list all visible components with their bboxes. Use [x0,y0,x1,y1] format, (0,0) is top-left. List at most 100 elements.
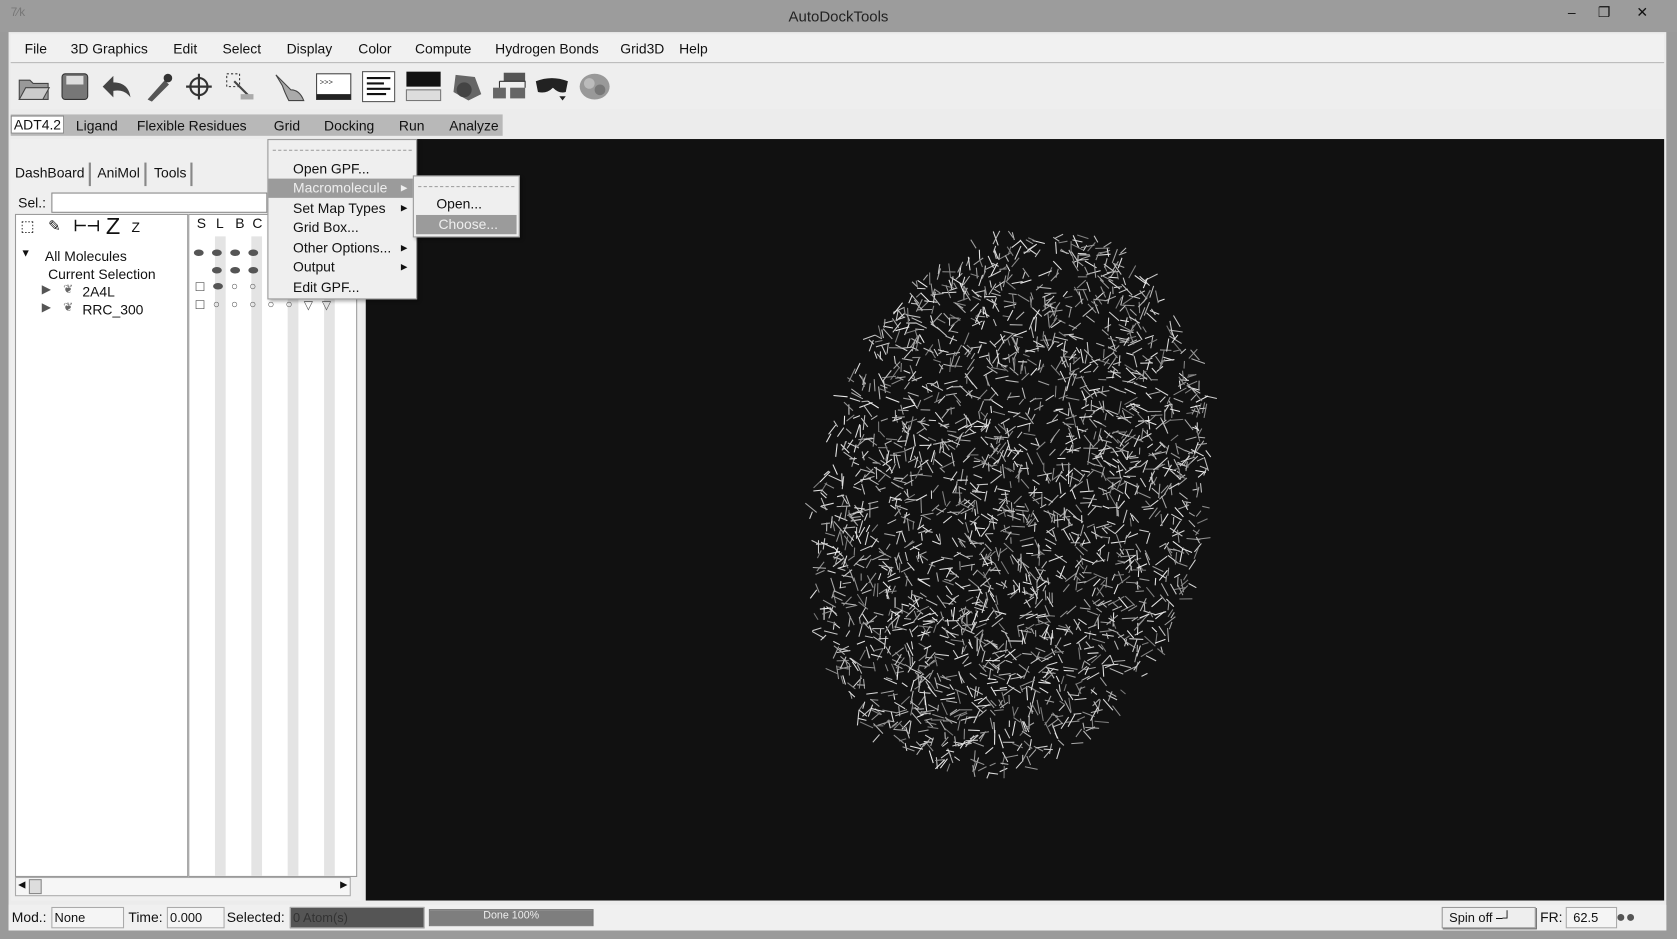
menu-compute[interactable]: Compute [415,41,471,57]
menu-help[interactable]: Help [679,41,708,57]
undo-icon[interactable] [96,67,135,106]
select-tool-icon[interactable]: ⬚ [20,217,34,235]
lights-icon[interactable]: ●● [1616,908,1635,926]
column-s[interactable]: S [197,215,206,231]
adt-menu-analyze[interactable]: Analyze [449,118,498,134]
maximize-button[interactable]: ❐ [1598,4,1610,21]
display-toggle-icon[interactable]: ⬬ [248,264,258,278]
menu-item-macromolecule[interactable]: Macromolecule ▶ [268,178,417,198]
spin-menu-button[interactable]: Spin off ⎯┘ [1441,906,1536,929]
3d-glasses-icon[interactable] [533,67,572,106]
display-toggle-icon[interactable]: ⬬ [213,280,223,294]
adt-menu-ligand[interactable]: Ligand [76,118,118,134]
menu-grid3d[interactable]: Grid3D [620,41,664,57]
dashboard-icon[interactable] [490,67,529,106]
menu-select[interactable]: Select [222,41,261,57]
display-toggle-icon[interactable]: ○ [267,298,274,311]
display-toggle-icon[interactable]: ⬬ [212,264,222,278]
close-button[interactable]: ✕ [1636,4,1648,21]
molecule-icon: ❦ [63,283,73,297]
display-toggle-icon[interactable]: ⬬ [230,247,240,261]
adt-menu-grid[interactable]: Grid [274,118,300,134]
tab-animol[interactable]: AniMol [93,162,147,187]
display-toggle-icon[interactable]: ⬬ [230,264,240,278]
toolbar: >>> [10,64,1665,110]
menu-item-set-map-types[interactable]: Set Map Types ▶ [268,199,416,218]
menu-3d-graphics[interactable]: 3D Graphics [71,41,148,57]
zoom-z-large-icon[interactable]: Z [106,213,120,241]
horizontal-scrollbar[interactable]: ◀ ▶ [14,876,351,897]
tree-current-selection[interactable]: Current Selection [48,266,155,282]
selection-label: Sel.: [18,194,47,211]
column-b[interactable]: B [235,215,244,231]
text-lines-icon[interactable] [359,67,398,106]
adt-version-tab[interactable]: ADT4.2 [10,115,65,134]
display-toggle-icon[interactable]: ⬬ [194,247,204,261]
python-shell-icon[interactable]: >>> [314,67,353,106]
crosshair-icon[interactable] [180,67,219,106]
adt-menu-run[interactable]: Run [399,118,425,134]
select-icon[interactable] [220,67,259,106]
menu-hydrogen-bonds[interactable]: Hydrogen Bonds [495,41,599,57]
display-toggle-icon[interactable]: ○ [249,280,256,293]
scroll-thumb[interactable] [28,879,42,895]
window-title: AutoDockTools [788,7,889,25]
selection-input[interactable] [51,192,268,213]
expand-right-icon[interactable]: ▶ [42,282,51,296]
checkbox-icon[interactable]: ☐ [195,280,206,294]
expand-right-icon[interactable]: ▶ [42,301,51,315]
mod-label: Mod.: [11,909,47,926]
menu-item-output[interactable]: Output ▶ [268,258,416,277]
column-l[interactable]: L [216,215,224,231]
3d-viewer[interactable] [365,139,1665,901]
camera-icon[interactable] [447,67,486,106]
menu-item-other-options[interactable]: Other Options... ▶ [268,238,416,257]
adt-menu-docking[interactable]: Docking [324,118,374,134]
display-toggle-icon[interactable]: ⬬ [248,247,258,261]
svg-text:>>>: >>> [320,77,333,86]
display-toggle-icon[interactable]: ○ [231,298,238,311]
monitor-icon[interactable] [404,67,443,106]
display-toggle-icon[interactable]: ○ [249,298,256,311]
column-c[interactable]: C [252,215,262,231]
display-toggle-icon[interactable]: ▽ [322,298,331,312]
menu-item-open-gpf[interactable]: Open GPF... [268,159,416,178]
dropper-icon[interactable] [139,67,178,106]
tear-off-line[interactable] [272,149,412,151]
tree-molecule-rrc300[interactable]: RRC_300 [82,302,143,318]
display-toggle-icon[interactable]: ○ [231,280,238,293]
scroll-right-icon[interactable]: ▶ [340,879,347,891]
display-toggle-icon[interactable]: ○ [213,298,220,311]
pointer-hand-icon[interactable] [270,67,309,106]
zoom-z-small-icon[interactable]: Z [132,219,141,235]
molecule-surface-icon[interactable] [575,67,614,106]
submenu-item-open[interactable]: Open... [414,195,519,214]
display-toggle-icon[interactable]: ⬬ [212,247,222,261]
open-folder-icon[interactable] [15,67,54,106]
distance-icon[interactable]: ⊢⊣ [74,217,100,235]
checkbox-icon[interactable]: ☐ [195,298,206,312]
tab-tools[interactable]: Tools [150,162,193,187]
expand-down-icon[interactable]: ▼ [20,248,31,260]
menu-item-grid-box[interactable]: Grid Box... [268,218,416,237]
minimize-button[interactable]: – [1568,4,1576,20]
progress-text: Done 100% [483,910,540,922]
tab-dashboard[interactable]: DashBoard [11,162,91,187]
scroll-left-icon[interactable]: ◀ [18,879,25,891]
display-toggle-icon[interactable]: ▽ [304,298,313,312]
menu-file[interactable]: File [25,41,47,57]
save-icon[interactable] [56,67,95,106]
dropper-icon[interactable]: ✎ [48,217,61,235]
grid-menu-dropdown: Open GPF... Macromolecule ▶ Set Map Types… [267,139,418,300]
submenu-item-choose[interactable]: Choose... [416,214,517,235]
tear-off-line[interactable] [418,186,515,188]
adt-menu-flexible-residues[interactable]: Flexible Residues [137,118,247,134]
molecule-icon: ❦ [63,301,73,315]
tree-all-molecules[interactable]: All Molecules [45,248,127,264]
menu-display[interactable]: Display [287,41,333,57]
menu-item-edit-gpf[interactable]: Edit GPF... [268,278,416,297]
display-toggle-icon[interactable]: ○ [286,298,293,311]
menu-color[interactable]: Color [358,41,391,57]
tree-molecule-2a4l[interactable]: 2A4L [82,283,114,299]
menu-edit[interactable]: Edit [173,41,197,57]
